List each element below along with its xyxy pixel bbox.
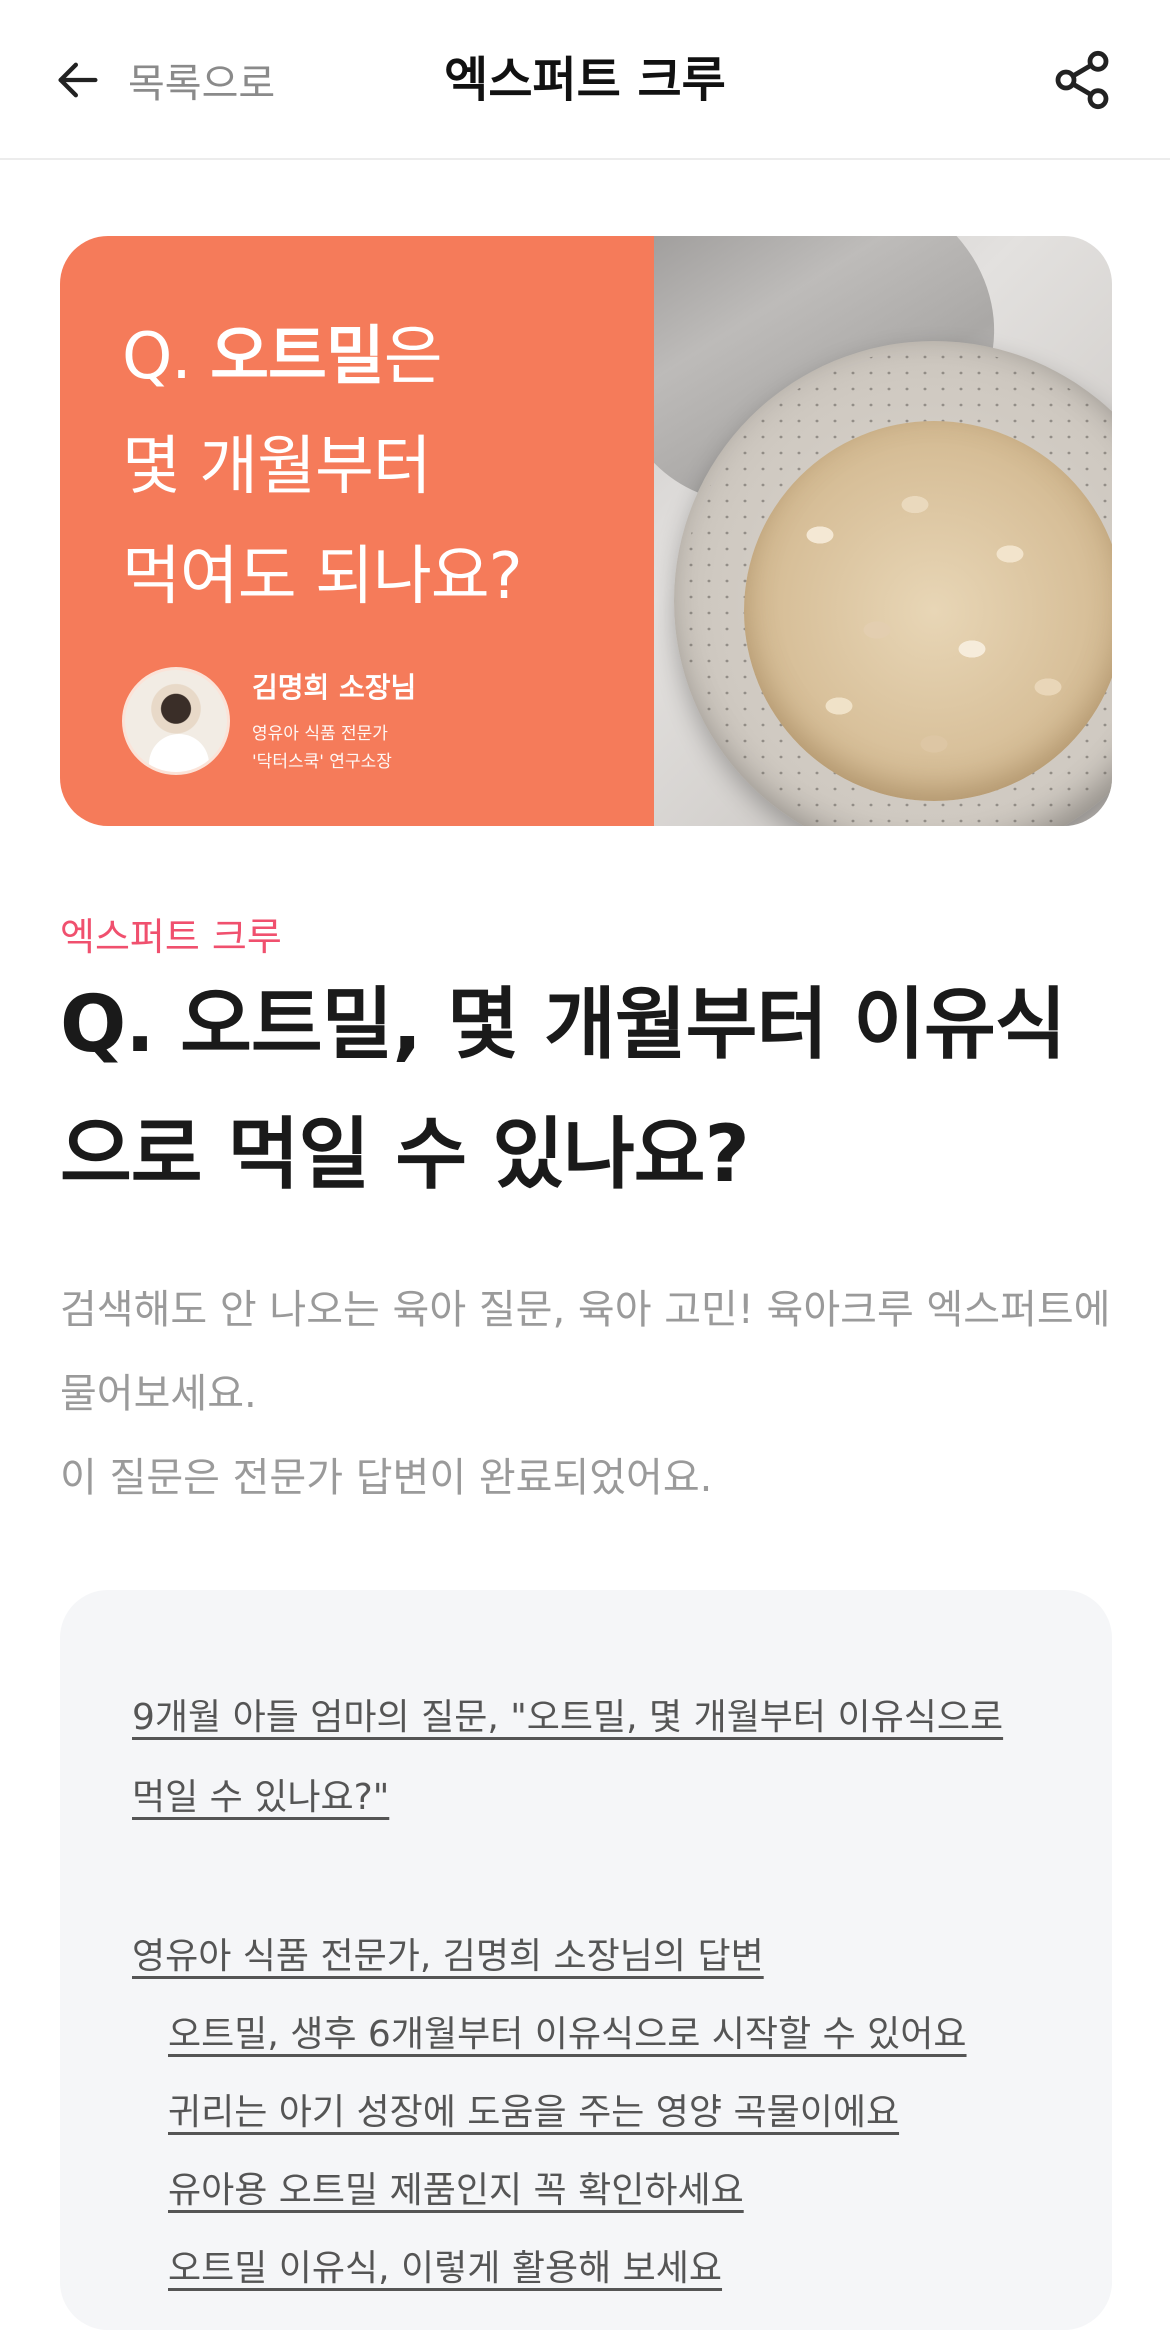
article-intro: 검색해도 안 나오는 육아 질문, 육아 고민! 육아크루 엑스퍼트에 물어보세…: [60, 1268, 1120, 1520]
banner-q-line3: 먹여도 되나요?: [122, 540, 523, 614]
expert-avatar: [122, 667, 230, 775]
banner-q-suffix: 은: [383, 320, 443, 394]
share-button[interactable]: [1046, 44, 1118, 116]
expert-desc-line1: 영유아 식품 전문가: [252, 724, 388, 744]
intro-line1: 검색해도 안 나오는 육아 질문, 육아 고민! 육아크루 엑스퍼트에 물어보세…: [60, 1287, 1111, 1417]
toc-answer-link[interactable]: 영유아 식품 전문가, 김명희 소장님의 답변: [132, 1918, 1040, 1996]
toc-question-link[interactable]: 9개월 아들 엄마의 질문, "오트밀, 몇 개월부터 이유식으로 먹일 수 있…: [132, 1678, 1040, 1838]
expert-desc-line2: '닥터스쿡' 연구소장: [252, 752, 392, 772]
banner-question: Q. 오트밀은 몇 개월부터 먹여도 되나요?: [122, 302, 523, 632]
back-to-list-button[interactable]: 목록으로: [52, 44, 275, 116]
back-label: 목록으로: [128, 61, 276, 107]
article-banner-image: Q. 오트밀은 몇 개월부터 먹여도 되나요? 김명희 소장님 영유아 식품 전…: [60, 236, 1112, 826]
table-of-contents: 9개월 아들 엄마의 질문, "오트밀, 몇 개월부터 이유식으로 먹일 수 있…: [60, 1590, 1112, 2330]
top-navigation-bar: 목록으로 엑스퍼트 크루: [0, 0, 1170, 160]
toc-sub-list: 오트밀, 생후 6개월부터 이유식으로 시작할 수 있어요 귀리는 아기 성장에…: [132, 1996, 1040, 2308]
intro-line2: 이 질문은 전문가 답변이 완료되었어요.: [60, 1455, 713, 1501]
toc-sub-link[interactable]: 유아용 오트밀 제품인지 꼭 확인하세요: [168, 2152, 1040, 2230]
expert-profile: 김명희 소장님 영유아 식품 전문가 '닥터스쿡' 연구소장: [122, 666, 416, 776]
banner-text-panel: Q. 오트밀은 몇 개월부터 먹여도 되나요? 김명희 소장님 영유아 식품 전…: [60, 236, 654, 826]
article-category: 엑스퍼트 크루: [60, 915, 282, 959]
toc-sub-link[interactable]: 오트밀, 생후 6개월부터 이유식으로 시작할 수 있어요: [168, 1996, 1040, 2074]
expert-name: 김명희 소장님: [252, 671, 417, 704]
rolled-oats: [744, 421, 1112, 801]
oatmeal-bowl-photo: [654, 236, 1112, 826]
article-title: Q. 오트밀, 몇 개월부터 이유식으로 먹일 수 있나요?: [60, 980, 1067, 1200]
banner-q-highlight: 오트밀: [210, 320, 385, 394]
share-icon: [1055, 50, 1109, 110]
expert-info: 김명희 소장님 영유아 식품 전문가 '닥터스쿡' 연구소장: [252, 666, 416, 776]
banner-q-prefix: Q.: [122, 320, 211, 394]
arrow-left-icon: [58, 62, 98, 98]
toc-sub-link[interactable]: 귀리는 아기 성장에 도움을 주는 영양 곡물이에요: [168, 2074, 1040, 2152]
toc-sub-link[interactable]: 오트밀 이유식, 이렇게 활용해 보세요: [168, 2230, 1040, 2308]
banner-q-line2: 몇 개월부터: [122, 430, 432, 504]
